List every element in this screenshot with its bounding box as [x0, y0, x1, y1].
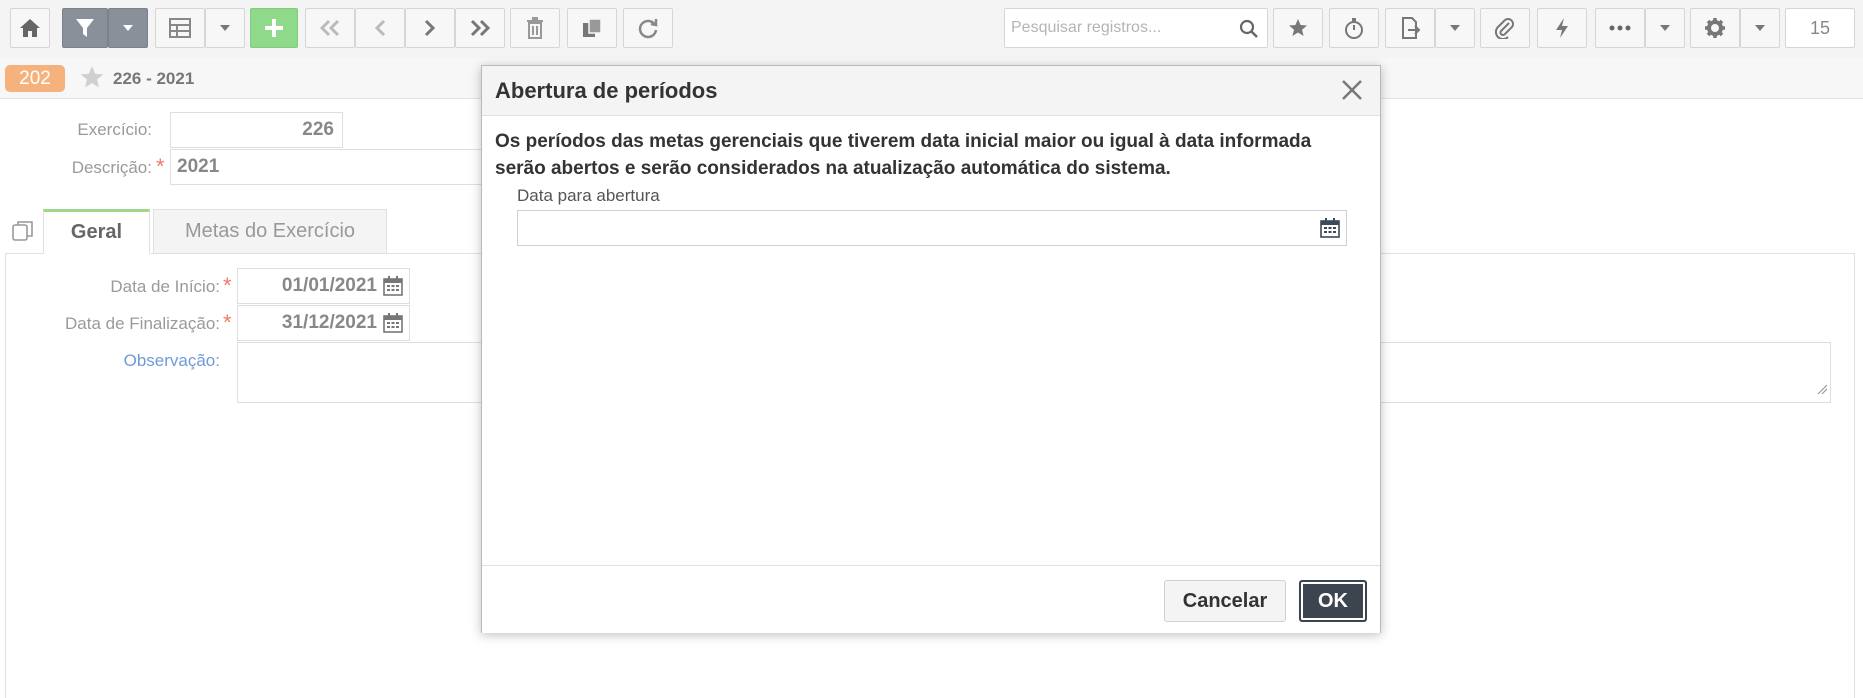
copy-tab-icon[interactable]	[11, 219, 35, 248]
caret-down-icon	[122, 24, 134, 32]
breadcrumb-title: 226 - 2021	[113, 69, 195, 88]
caret-down-icon	[1659, 24, 1671, 32]
search-input[interactable]	[1005, 9, 1241, 47]
double-chevron-left-icon	[318, 19, 342, 37]
duplicate-button[interactable]	[567, 8, 617, 48]
filter-dropdown-button[interactable]	[108, 8, 148, 48]
search-box[interactable]	[1004, 8, 1268, 48]
main-toolbar: 15	[0, 0, 1863, 59]
dialog-message-line: serão abertos e serão considerados na at…	[495, 158, 1171, 179]
lightning-icon	[1554, 17, 1570, 39]
home-button[interactable]	[10, 8, 50, 48]
required-marker: *	[156, 154, 165, 179]
trash-icon	[526, 17, 544, 39]
ellipsis-icon	[1609, 25, 1631, 31]
export-dropdown-button[interactable]	[1435, 8, 1475, 48]
home-icon	[19, 18, 41, 38]
plus-icon	[263, 17, 285, 39]
next-record-button[interactable]	[405, 8, 455, 48]
data-abertura-input[interactable]	[518, 211, 1316, 247]
favorites-button[interactable]	[1273, 8, 1323, 48]
dialog-title: Abertura de períodos	[495, 78, 718, 103]
descricao-label: Descrição:	[71, 158, 152, 177]
tab-geral[interactable]: Geral	[43, 209, 150, 254]
resize-grip-icon[interactable]	[1816, 382, 1828, 400]
refresh-button[interactable]	[623, 8, 673, 48]
data-abertura-label: Data para abertura	[517, 186, 660, 205]
actions-button[interactable]	[1537, 8, 1587, 48]
timer-button[interactable]	[1329, 8, 1379, 48]
caret-down-icon	[1449, 24, 1461, 32]
more-options-button[interactable]	[1595, 8, 1645, 48]
export-button[interactable]	[1385, 8, 1435, 48]
table-icon	[169, 18, 191, 38]
observacao-label: Observação:	[123, 351, 220, 370]
dialog-footer: Cancelar OK	[482, 565, 1380, 633]
record-counter-value: 15	[1809, 17, 1831, 38]
dialog-header: Abertura de períodos	[482, 66, 1380, 116]
file-export-icon	[1399, 17, 1421, 39]
calendar-icon[interactable]	[1320, 218, 1340, 243]
dialog-message-line: Os períodos das metas gerenciais que tiv…	[495, 131, 1312, 152]
filter-button[interactable]	[62, 8, 108, 48]
previous-record-button[interactable]	[355, 8, 405, 48]
grid-view-dropdown-button[interactable]	[205, 8, 245, 48]
settings-dropdown-button[interactable]	[1740, 8, 1780, 48]
attachments-button[interactable]	[1480, 8, 1530, 48]
paperclip-icon	[1494, 17, 1516, 39]
caret-down-icon	[219, 24, 231, 32]
star-icon	[1288, 18, 1308, 38]
calendar-icon[interactable]	[383, 313, 403, 338]
descricao-field[interactable]: 2021	[170, 149, 485, 185]
exercicio-label: Exercício:	[77, 120, 152, 139]
last-record-button[interactable]	[455, 8, 505, 48]
exercicio-field[interactable]: 226	[170, 112, 343, 148]
delete-button[interactable]	[510, 8, 560, 48]
abertura-periodos-dialog: Abertura de períodos Os períodos das met…	[481, 65, 1381, 633]
new-record-button[interactable]	[250, 8, 298, 48]
required-marker: *	[223, 273, 232, 298]
first-record-button[interactable]	[305, 8, 355, 48]
ok-button[interactable]: OK	[1299, 580, 1367, 622]
copy-icon	[581, 17, 603, 39]
grid-view-button[interactable]	[155, 8, 205, 48]
caret-down-icon	[1754, 24, 1766, 32]
close-icon[interactable]	[1340, 78, 1364, 107]
data-abertura-field[interactable]	[517, 210, 1347, 247]
double-chevron-right-icon	[468, 19, 492, 37]
stopwatch-icon	[1343, 17, 1365, 39]
dialog-message: Os períodos das metas gerenciais que tiv…	[495, 128, 1365, 182]
favorite-star-icon[interactable]	[79, 65, 105, 95]
cancel-button[interactable]: Cancelar	[1164, 580, 1286, 622]
tab-metas-do-exercicio[interactable]: Metas do Exercício	[153, 209, 387, 254]
filter-icon	[74, 17, 96, 39]
search-icon[interactable]	[1239, 19, 1259, 44]
calendar-icon[interactable]	[383, 276, 403, 301]
refresh-icon	[637, 17, 659, 39]
chevron-left-icon	[373, 19, 387, 37]
record-badge: 202	[5, 65, 65, 92]
settings-button[interactable]	[1690, 8, 1740, 48]
data-inicio-label: Data de Início:	[110, 277, 220, 296]
required-marker: *	[223, 310, 232, 335]
gear-icon	[1704, 17, 1726, 39]
data-finalizacao-label: Data de Finalização:	[65, 314, 220, 333]
record-counter[interactable]: 15	[1785, 8, 1855, 48]
chevron-right-icon	[423, 19, 437, 37]
more-options-dropdown-button[interactable]	[1645, 8, 1685, 48]
